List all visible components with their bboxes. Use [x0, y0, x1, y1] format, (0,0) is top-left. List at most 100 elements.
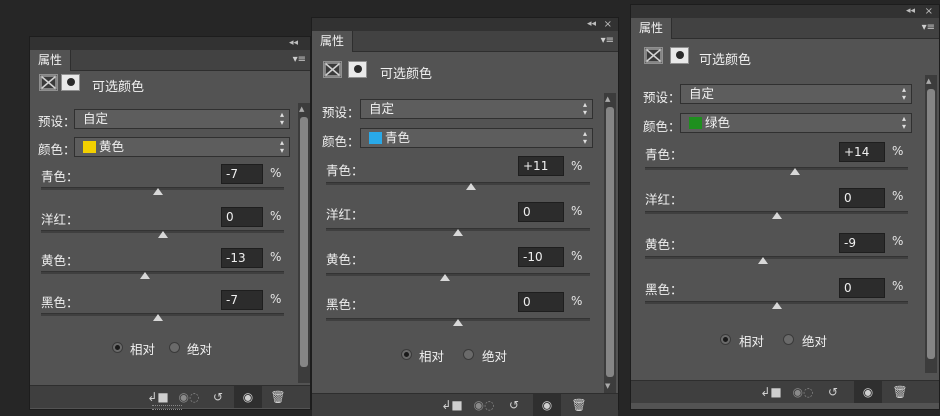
slider-thumb[interactable] — [439, 274, 450, 281]
color-select[interactable]: 黄色 ▴ ▾ — [74, 137, 290, 157]
slider-label: 黄色： — [326, 252, 364, 267]
tab-properties[interactable]: 属性 — [30, 50, 72, 71]
radio-absolute[interactable] — [463, 349, 474, 360]
value-input[interactable]: -7 — [221, 164, 263, 184]
scroll-down-icon[interactable]: ▼ — [605, 382, 610, 390]
slider-thumb[interactable] — [152, 314, 163, 321]
visibility-eye-icon[interactable]: ◉ — [533, 394, 561, 416]
slider-thumb[interactable] — [771, 212, 782, 219]
slider-label: 黄色： — [41, 253, 79, 268]
preset-select[interactable]: 自定 ▴ ▾ — [360, 99, 593, 119]
slider-label: 洋红： — [41, 212, 79, 227]
slider-track[interactable] — [326, 182, 590, 185]
visibility-eye-icon[interactable]: ◉ — [234, 386, 262, 408]
value-input[interactable]: -10 — [518, 247, 564, 267]
radio-absolute[interactable] — [783, 334, 794, 345]
slider-label: 洋红： — [326, 207, 364, 222]
tab-properties[interactable]: 属性 — [631, 18, 673, 39]
preset-select[interactable]: 自定 ▴ ▾ — [680, 84, 912, 104]
color-swatch — [369, 132, 382, 144]
slider-thumb[interactable] — [453, 229, 463, 236]
slider-thumb[interactable] — [453, 319, 463, 326]
trash-icon[interactable]: 🗑 — [565, 394, 593, 416]
radio-relative[interactable] — [112, 342, 123, 353]
percent-sign: % — [571, 294, 583, 308]
panel-menu-icon[interactable]: ▾≡ — [601, 35, 614, 46]
panel-topbar: ◂◂ × — [312, 18, 618, 31]
color-value: 青色 — [385, 130, 411, 145]
slider-thumb[interactable] — [466, 183, 477, 190]
slider-track[interactable] — [41, 271, 284, 274]
scrollbar[interactable]: ▲ — [925, 75, 937, 373]
preset-label: 预设： — [322, 105, 360, 120]
collapse-icon[interactable]: ◂◂ — [587, 19, 596, 30]
radio-relative[interactable] — [401, 349, 412, 360]
value-input[interactable]: +11 — [518, 156, 564, 176]
select-arrows-icon: ▴ ▾ — [901, 85, 906, 102]
scrollbar[interactable]: ▲ — [298, 103, 310, 383]
value-input[interactable]: 0 — [839, 188, 885, 208]
scroll-up-icon[interactable]: ▲ — [926, 77, 931, 85]
preset-label: 预设： — [643, 90, 681, 105]
preset-label: 预设： — [38, 114, 76, 129]
scrollbar-thumb[interactable] — [927, 89, 935, 359]
slider-thumb[interactable] — [152, 188, 163, 195]
percent-sign: % — [571, 249, 583, 263]
reset-icon[interactable]: ↺ — [204, 386, 232, 408]
value-input[interactable]: 0 — [518, 202, 564, 222]
view-previous-state-icon[interactable]: ◉◌ — [789, 381, 817, 403]
reset-icon[interactable]: ↺ — [500, 394, 528, 416]
close-icon[interactable]: × — [604, 19, 612, 30]
color-select[interactable]: 绿色 ▴ ▾ — [680, 113, 912, 133]
scrollbar[interactable]: ▲ ▼ — [604, 93, 616, 393]
slider-thumb[interactable] — [140, 272, 151, 279]
layer-mask-icon[interactable] — [61, 74, 80, 91]
slider-label: 青色： — [41, 169, 79, 184]
value-input[interactable]: -9 — [839, 233, 885, 253]
view-previous-state-icon[interactable]: ◉◌ — [470, 394, 498, 416]
slider-track[interactable] — [645, 256, 908, 259]
scroll-up-icon[interactable]: ▲ — [605, 95, 610, 103]
value-input[interactable]: 0 — [839, 278, 885, 298]
scrollbar-thumb[interactable] — [300, 117, 308, 367]
resize-grip[interactable] — [152, 405, 182, 410]
layer-mask-icon[interactable] — [348, 61, 367, 78]
value-input[interactable]: 0 — [221, 207, 263, 227]
preset-select[interactable]: 自定 ▴ ▾ — [74, 109, 290, 129]
trash-icon[interactable]: 🗑 — [886, 381, 914, 403]
slider-thumb[interactable] — [157, 231, 168, 238]
slider-track[interactable] — [326, 273, 590, 276]
tab-properties[interactable]: 属性 — [312, 31, 354, 52]
select-arrows-icon: ▴ ▾ — [582, 100, 587, 117]
value-input[interactable]: +14 — [839, 142, 885, 162]
clip-to-layer-icon[interactable]: ↲■ — [438, 394, 466, 416]
color-swatch — [689, 117, 702, 129]
collapse-icon[interactable]: ◂◂ — [906, 6, 915, 17]
close-icon[interactable]: × — [925, 6, 933, 17]
reset-icon[interactable]: ↺ — [819, 381, 847, 403]
panel-menu-icon[interactable]: ▾≡ — [922, 22, 935, 33]
value-input[interactable]: 0 — [518, 292, 564, 312]
value-input[interactable]: -13 — [221, 248, 263, 268]
slider-label: 黑色： — [645, 282, 683, 297]
scroll-up-icon[interactable]: ▲ — [299, 105, 304, 113]
slider-label: 青色： — [326, 163, 364, 178]
slider-thumb[interactable] — [758, 257, 769, 264]
slider-thumb[interactable] — [771, 302, 782, 309]
radio-absolute[interactable] — [169, 342, 180, 353]
value-input[interactable]: -7 — [221, 290, 263, 310]
clip-to-layer-icon[interactable]: ↲■ — [757, 381, 785, 403]
panel-menu-icon[interactable]: ▾≡ — [293, 54, 306, 65]
tab-row: 属性 ▾≡ — [30, 50, 310, 71]
collapse-icon[interactable]: ◂◂ — [289, 38, 298, 49]
slider-thumb[interactable] — [789, 168, 800, 175]
slider-track[interactable] — [645, 167, 908, 170]
color-label: 颜色： — [643, 119, 681, 134]
layer-mask-icon[interactable] — [670, 47, 689, 64]
color-select[interactable]: 青色 ▴ ▾ — [360, 128, 593, 148]
scrollbar-thumb[interactable] — [606, 107, 614, 377]
panel-topbar: ◂◂ — [30, 37, 310, 50]
visibility-eye-icon[interactable]: ◉ — [854, 381, 882, 403]
radio-relative[interactable] — [720, 334, 731, 345]
trash-icon[interactable]: 🗑 — [264, 386, 292, 408]
